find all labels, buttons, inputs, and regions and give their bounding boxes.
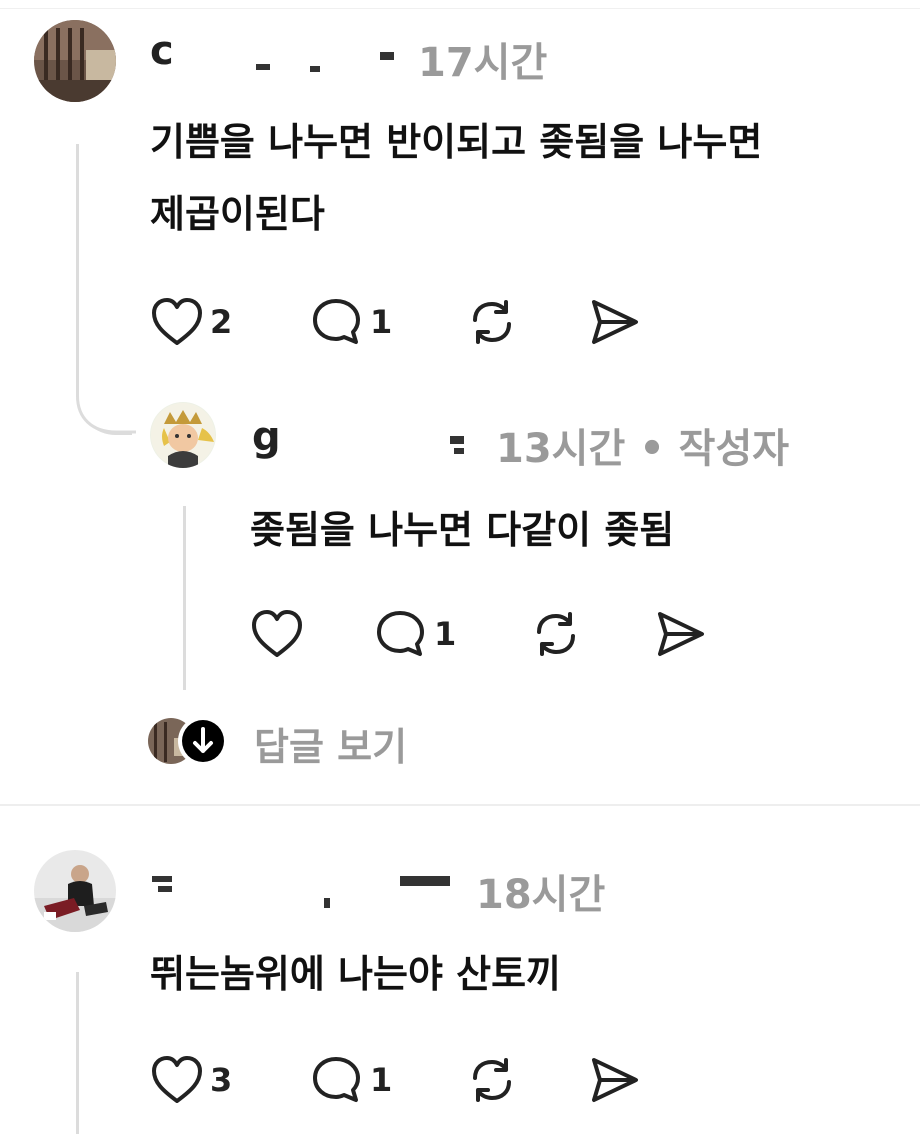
share-button[interactable] [588, 296, 642, 352]
like-button[interactable]: 3 [150, 1054, 232, 1106]
repost-button[interactable] [530, 608, 582, 664]
view-replies-label: 답글 보기 [254, 725, 408, 769]
timestamp: 13시간 • 작성자 [496, 426, 790, 472]
repost-button[interactable] [466, 296, 518, 352]
view-replies-button[interactable]: 답글 보기 [148, 714, 448, 769]
send-icon [592, 1058, 638, 1102]
username[interactable]: g [252, 414, 282, 460]
comment-text-line: 기쁨을 나누면 반이되고 좆됨을 나누면 [150, 120, 763, 164]
send-icon [592, 300, 638, 344]
reply-count: 1 [370, 1061, 393, 1099]
repost-button[interactable] [466, 1054, 518, 1110]
speech-bubble-icon [377, 611, 424, 656]
thread-line [76, 144, 79, 394]
comment-text-line: 좆됨을 나누면 다같이 좆됨 [250, 508, 675, 552]
username-redaction [190, 30, 404, 80]
share-button[interactable] [588, 1054, 642, 1110]
send-icon [658, 612, 704, 656]
username[interactable]: c [150, 28, 175, 74]
like-button[interactable]: 2 [150, 296, 232, 348]
avatar[interactable] [150, 402, 216, 468]
like-count: 3 [210, 1061, 233, 1099]
share-button[interactable] [654, 608, 708, 664]
username-redaction [150, 862, 470, 912]
repost-icon [473, 1058, 511, 1102]
avatar[interactable] [34, 20, 116, 102]
reply-count: 1 [370, 303, 393, 341]
reply-count: 1 [434, 615, 457, 653]
timestamp: 17시간 [418, 40, 548, 86]
reply-button[interactable]: 1 [310, 1054, 392, 1106]
heart-icon [152, 298, 202, 345]
speech-bubble-icon [313, 299, 360, 344]
speech-bubble-icon [313, 1057, 360, 1102]
arrow-down-icon [176, 714, 230, 768]
thread-connector-curve [76, 380, 136, 436]
reply-button[interactable]: 1 [310, 296, 392, 348]
comment-text-line: 뛰는놈위에 나는야 산토끼 [150, 952, 562, 996]
heart-icon [252, 610, 302, 657]
avatar[interactable] [34, 850, 116, 932]
comment-text-line: 제곱이된다 [150, 192, 325, 236]
repost-icon [473, 300, 511, 344]
username-redaction [280, 420, 490, 470]
repost-icon [537, 612, 575, 656]
timestamp: 18시간 [476, 872, 606, 918]
thread-line [183, 506, 186, 690]
like-button[interactable] [250, 608, 310, 660]
reply-button[interactable]: 1 [374, 608, 456, 660]
top-separator [0, 8, 920, 9]
heart-icon [152, 1056, 202, 1103]
like-count: 2 [210, 303, 233, 341]
section-divider [0, 804, 920, 806]
thread-line [76, 972, 79, 1134]
